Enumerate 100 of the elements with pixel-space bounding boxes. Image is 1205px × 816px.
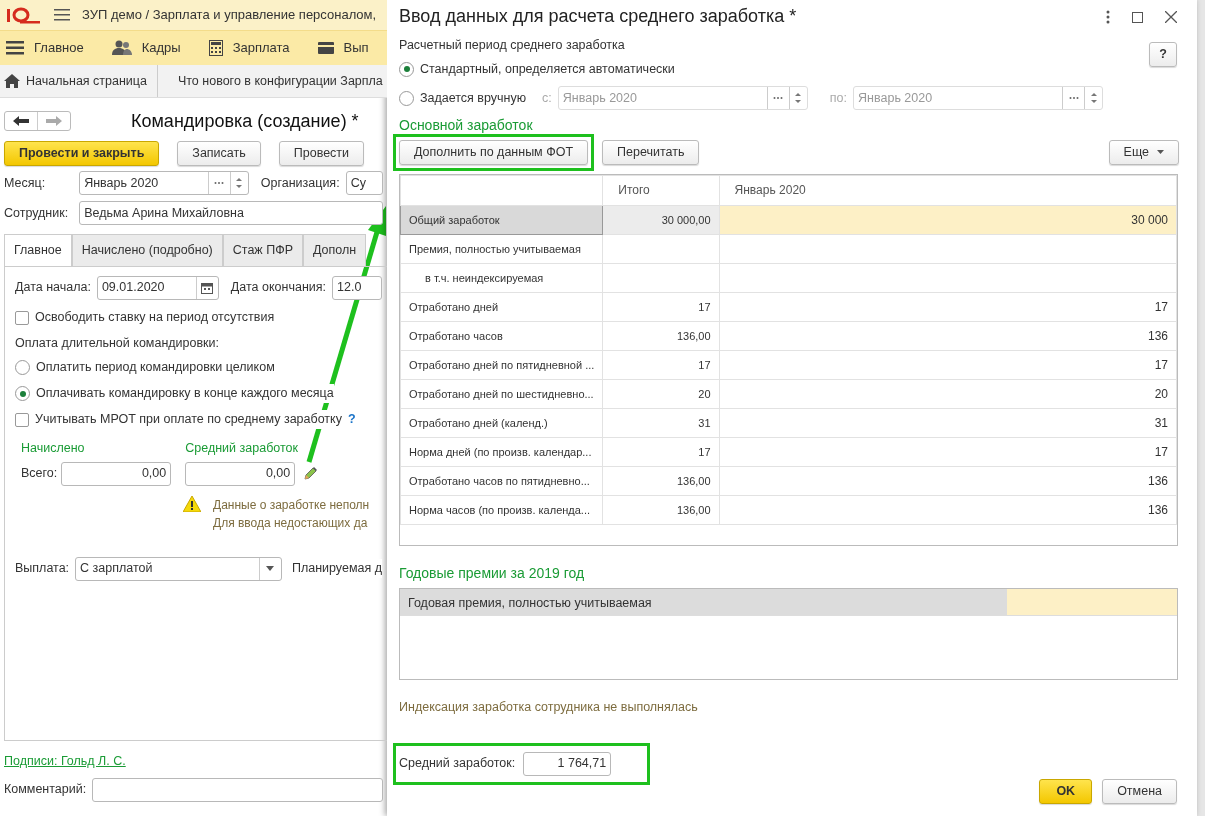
payout-field[interactable]: С зарплатой [75,556,282,581]
employee-field[interactable]: Ведьма Арина Михайловна [79,201,383,225]
table-cell: 136,00 [602,495,720,525]
table-cell: 20 [719,379,1177,409]
table-cell: 136,00 [602,466,720,496]
table-cell: 136 [719,321,1177,351]
warning-icon [183,495,201,512]
section-menu-item[interactable]: Вып [317,38,369,58]
field-label: Средний заработок: [399,755,516,773]
row-label: Общий заработок [400,205,603,235]
radio-button[interactable] [399,61,414,77]
logo-icon [6,6,42,24]
organization-field[interactable]: Су [345,171,383,195]
home-icon [4,74,20,88]
toolbar-button[interactable]: Дополнить по данным ФОТ [399,139,589,165]
table-cell: 20 [602,379,720,409]
row-label: Отработано дней по пятидневной ... [400,350,603,380]
warning-text: Данные о заработке неполн [213,496,370,514]
table-cell: 17 [602,292,720,322]
tab[interactable]: Стаж ПФР [222,234,303,266]
command-button[interactable]: Провести и закрыть [4,140,160,166]
checkbox[interactable] [15,310,29,325]
section-header: Начислено [21,439,86,457]
tab[interactable]: Главное [4,234,72,266]
average-earnings-field[interactable]: 1 764,71 [523,751,612,776]
end-date-field[interactable]: 12.0 [332,275,382,300]
table-cell: 17 [719,292,1177,322]
dialog-title: Ввод данных для расчета среднего заработка * [399,6,797,28]
checkbox-label: Учитывать МРОТ при оплате по среднему заработку [35,410,342,430]
card-icon [317,42,334,54]
section-menu-item[interactable]: Зарплата [208,38,290,58]
table-cell: 31 [602,408,720,438]
section-menu-item[interactable]: Кадры [111,38,181,58]
ellipsis-icon[interactable] [214,181,225,185]
field-label: с: [542,89,552,107]
field-label: Комментарий: [4,781,87,799]
row-label: Годовая премия, полностью учитываемая [400,588,1007,615]
tab[interactable]: Дополн [303,234,367,266]
menu-icon[interactable] [54,9,70,21]
signatures-link[interactable]: Подписи: Гольд Л. С. [4,752,126,772]
caret-icon [1157,150,1164,155]
people-icon [111,40,132,56]
radio-button[interactable] [15,360,30,376]
section-header: Средний заработок [185,439,299,457]
ok-button[interactable]: OK [1039,778,1093,804]
open-tab[interactable]: Начальная страница [0,65,158,97]
radio-label: Оплачивать командировку в конце каждого месяца [36,384,334,404]
radio-button[interactable] [399,90,414,106]
group-label: Расчетный период среднего заработка [399,37,626,54]
more-button[interactable]: Еще [1108,139,1179,165]
indexation-note: Индексация заработка сотрудника не выполнялась [399,698,699,716]
radio-button[interactable] [15,386,30,402]
row-label: Отработано часов [400,321,603,351]
table-cell: 30 000 [719,205,1177,235]
field-label: по: [829,89,848,107]
row-label: Премия, полностью учитываемая [400,234,603,264]
forward-arrow-icon [46,116,62,127]
table-cell: 17 [602,437,720,467]
total-field[interactable]: 0,00 [61,461,172,486]
command-button[interactable]: Записать [177,140,261,166]
spin-icon[interactable] [235,176,244,190]
row-label: Отработано часов по пятидневно... [400,466,603,496]
row-label: Отработано дней [400,292,603,322]
table-cell: 17 [719,437,1177,467]
table-cell: 136 [719,466,1177,496]
maximize-icon[interactable] [1132,11,1143,23]
calendar-icon[interactable] [201,281,214,294]
more-icon[interactable] [1106,10,1110,24]
cancel-button[interactable]: Отмена [1102,778,1177,804]
command-button[interactable]: Провести [278,140,365,166]
dropdown-icon[interactable] [266,566,275,571]
column-header: Итого [602,175,720,206]
section-header: Годовые премии за 2019 год [399,563,586,583]
month-field[interactable]: Январь 2020 [79,171,249,195]
close-icon[interactable] [1165,11,1177,23]
app-title: ЗУП демо / Зарплата и управление персоналом, [82,6,377,25]
field-label: Организация: [260,174,340,192]
calculator-icon [208,40,223,56]
pencil-icon[interactable] [303,466,318,481]
table-cell: 17 [719,350,1177,380]
average-earnings-field[interactable]: 0,00 [185,461,296,486]
table-cell: 136,00 [602,321,720,351]
menu-icon [6,41,24,55]
toolbar-button[interactable]: Перечитать [602,139,700,165]
back-arrow-icon [13,116,29,127]
field-label: Месяц: [4,174,46,192]
table-cell: 17 [602,350,720,380]
section-menu-item[interactable]: Главное [6,38,84,58]
comment-field[interactable] [92,777,383,802]
row-label: Отработано дней по шестидневно... [400,379,603,409]
checkbox[interactable] [15,412,29,427]
history-navigation[interactable] [4,110,71,132]
table-cell: 30 000,00 [602,205,720,235]
field-label: Сотрудник: [4,204,69,222]
table-cell: 136 [719,495,1177,525]
row-label: Норма часов (по произв. календа... [400,495,603,525]
help-button[interactable]: ? [1149,42,1177,67]
start-date-field[interactable]: 09.01.2020 [96,275,219,300]
column-header: Январь 2020 [719,175,1177,206]
tab[interactable]: Начислено (подробно) [71,234,223,266]
